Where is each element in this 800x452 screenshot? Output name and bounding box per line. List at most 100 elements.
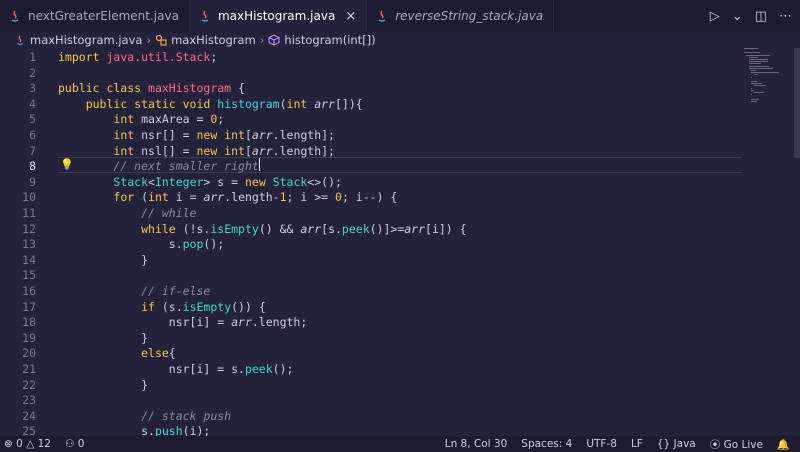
code-line[interactable]: } (58, 331, 148, 347)
vertical-scrollbar[interactable] (794, 48, 800, 158)
line-number: 4 (29, 96, 36, 111)
code-token: [ (244, 143, 252, 158)
code-token: Stack (272, 174, 308, 189)
code-token: i = (175, 190, 204, 205)
code-token: new int (196, 143, 245, 158)
go-live-button[interactable]: ⦿ Go Live (710, 437, 763, 452)
line-number: 15 (22, 268, 36, 283)
code-line[interactable]: // next smaller right (58, 159, 258, 175)
error-icon: ⊗ (4, 438, 13, 450)
line-number: 9 (29, 174, 36, 189)
code-token: new int (196, 128, 245, 142)
code-token: maxHistogram (148, 81, 239, 96)
code-token: int (113, 112, 142, 127)
code-area[interactable]: import java.util.Stack; public class maxH… (58, 48, 742, 436)
code-line[interactable]: nsr[i] = s.peek(); (58, 362, 294, 378)
minimap[interactable] (744, 48, 794, 108)
encoding[interactable]: UTF-8 (586, 438, 617, 450)
status-bar: ⊗ 0 △ 12 ⚇ 0 Ln 8, Col 30 Spaces: 4 UTF-… (0, 436, 800, 452)
close-icon[interactable]: × (345, 9, 356, 24)
braces-icon: {} (656, 438, 671, 450)
code-token: arr (251, 128, 273, 142)
run-icon[interactable]: ▷ (710, 9, 720, 24)
tab-maxhistogram[interactable]: maxHistogram.java × (189, 0, 368, 32)
run-dropdown-icon[interactable]: ⌄ (732, 9, 743, 24)
line-number: 19 (22, 330, 36, 345)
code-line[interactable]: nsr[i] = arr.length; (58, 315, 308, 331)
java-file-icon (378, 10, 386, 22)
ports-indicator[interactable]: ⚇ 0 (65, 438, 84, 450)
code-line[interactable]: while (!s.isEmpty() && arr[s.peek()]>=ar… (58, 222, 466, 238)
minimap-line (751, 89, 755, 91)
breadcrumb-method[interactable]: histogram(int[]) (284, 33, 375, 47)
code-editor[interactable]: 1 2 3 4 5 6 7 8 9 10 11 12 13 14 15 16 17 18 19 20 21 22 23 24 2… (0, 48, 800, 436)
tab-reversestring-stack[interactable]: reverseString_stack.java (367, 0, 555, 32)
code-line[interactable]: Stack<Integer> s = new Stack<>(); (58, 175, 342, 191)
code-token: int (286, 96, 315, 111)
code-line[interactable]: // if-else (58, 284, 210, 300)
indentation[interactable]: Spaces: 4 (521, 438, 572, 450)
code-token: < (148, 174, 155, 189)
code-line[interactable]: public static void histogram(int arr[]){ (58, 97, 363, 113)
code-line[interactable]: } (58, 378, 148, 394)
minimap-line (744, 52, 761, 54)
split-editor-icon[interactable]: ◫ (755, 9, 767, 24)
broadcast-icon: ⦿ (709, 438, 721, 451)
go-live-label: Go Live (723, 438, 763, 451)
breadcrumb-file[interactable]: maxHistogram.java (30, 33, 142, 47)
code-token: arr (251, 143, 273, 158)
code-line[interactable]: public class maxHistogram { (58, 81, 245, 97)
line-number: 25 (22, 424, 36, 436)
code-line[interactable]: // while (58, 206, 196, 222)
code-token: .length]; (272, 128, 335, 142)
code-token: ; i--) { (341, 190, 398, 205)
problems-indicator[interactable]: ⊗ 0 △ 12 (4, 438, 51, 450)
code-token: if (141, 299, 162, 314)
minimap-line (751, 100, 758, 102)
language-label: Java (673, 438, 696, 450)
line-number: 10 (22, 190, 36, 205)
breadcrumb-class[interactable]: maxHistogram (171, 33, 256, 47)
code-token: isEmpty (182, 299, 232, 314)
code-line[interactable]: // stack push (58, 409, 231, 425)
code-token: } (58, 330, 149, 345)
code-line[interactable]: import java.util.Stack; (58, 50, 217, 66)
code-token: // while (141, 206, 197, 220)
more-actions-icon[interactable]: ⋯ (779, 9, 792, 24)
line-number: 16 (22, 284, 36, 298)
code-token: (); (203, 237, 225, 252)
line-number: 23 (22, 393, 36, 408)
code-token: } (58, 377, 149, 392)
cursor-position[interactable]: Ln 8, Col 30 (445, 438, 508, 450)
code-line[interactable]: for (int i = arr.length-1; i >= 0; i--) … (58, 190, 397, 206)
code-token: []){ (335, 96, 363, 111)
tab-nextgreaterelement[interactable]: nextGreaterElement.java (0, 0, 190, 32)
breadcrumb-separator: › (259, 33, 265, 47)
code-token: maxArea = (141, 112, 211, 127)
minimap-line (746, 54, 771, 56)
code-line[interactable]: s.pop(); (58, 237, 224, 253)
java-file-icon (201, 10, 209, 22)
code-token: (i); (182, 424, 211, 436)
line-number: 22 (22, 377, 36, 392)
code-line[interactable]: int maxArea = 0; (58, 112, 224, 128)
tab-label: maxHistogram.java (217, 9, 336, 23)
code-token: for (113, 190, 142, 205)
notifications-bell-icon[interactable]: 🔔 (777, 438, 790, 451)
line-ending[interactable]: LF (631, 438, 643, 450)
line-number: 20 (22, 346, 36, 361)
code-line[interactable]: int nsl[] = new int[arr.length]; (58, 144, 335, 160)
code-line[interactable]: int nsr[] = new int[arr.length]; (58, 128, 335, 144)
code-token: ; (210, 50, 218, 64)
code-line[interactable]: } (58, 253, 148, 269)
language-mode[interactable]: {} Java (657, 438, 696, 450)
code-token: arr (314, 96, 335, 111)
code-token: s. (58, 237, 183, 252)
code-line[interactable]: if (s.isEmpty()) { (58, 300, 266, 316)
code-line[interactable]: else{ (58, 346, 176, 362)
code-line[interactable]: s.push(i); (58, 424, 210, 436)
line-number: 5 (29, 112, 36, 127)
